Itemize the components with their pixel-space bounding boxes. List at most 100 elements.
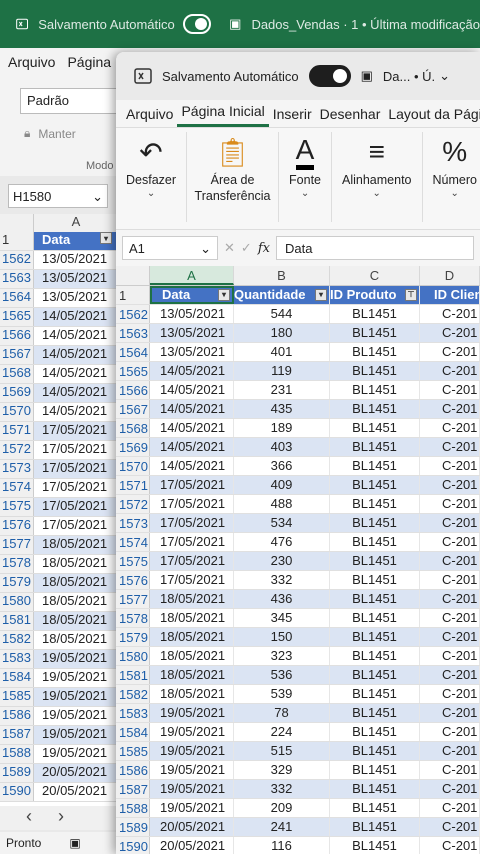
row-number[interactable]: 1590 bbox=[0, 783, 34, 801]
quantity-cell[interactable]: 329 bbox=[234, 761, 330, 779]
client-id-cell[interactable]: C-201 bbox=[420, 704, 480, 722]
client-id-cell[interactable]: C-201 bbox=[420, 742, 480, 760]
row-number[interactable]: 1587 bbox=[0, 726, 34, 744]
quantity-cell[interactable]: 116 bbox=[234, 837, 330, 854]
date-cell[interactable]: 18/05/2021 bbox=[150, 666, 234, 684]
row-number[interactable]: 1572 bbox=[116, 495, 150, 513]
quantity-cell[interactable]: 403 bbox=[234, 438, 330, 456]
client-id-cell[interactable]: C-201 bbox=[420, 590, 480, 608]
header-cell-quantidade[interactable]: Quantidade ▾ bbox=[234, 286, 330, 304]
product-id-cell[interactable]: BL1451 bbox=[330, 799, 420, 817]
client-id-cell[interactable]: C-201 bbox=[420, 438, 480, 456]
date-cell[interactable]: 19/05/2021 bbox=[150, 780, 234, 798]
save-icon[interactable]: ▣ bbox=[361, 68, 373, 84]
date-cell[interactable]: 20/05/2021 bbox=[34, 764, 118, 782]
column-header-a[interactable]: A bbox=[150, 266, 234, 285]
quantity-cell[interactable]: 409 bbox=[234, 476, 330, 494]
quantity-cell[interactable]: 189 bbox=[234, 419, 330, 437]
date-cell[interactable]: 18/05/2021 bbox=[34, 631, 118, 649]
client-id-cell[interactable]: C-201 bbox=[420, 685, 480, 703]
date-cell[interactable]: 13/05/2021 bbox=[34, 289, 118, 307]
quantity-cell[interactable]: 536 bbox=[234, 666, 330, 684]
row-number[interactable]: 1571 bbox=[0, 422, 34, 440]
row-number[interactable]: 1567 bbox=[0, 346, 34, 364]
product-id-cell[interactable]: BL1451 bbox=[330, 362, 420, 380]
quantity-cell[interactable]: 534 bbox=[234, 514, 330, 532]
product-id-cell[interactable]: BL1451 bbox=[330, 628, 420, 646]
style-box[interactable]: Padrão bbox=[20, 88, 120, 114]
date-cell[interactable]: 20/05/2021 bbox=[34, 783, 118, 801]
column-header-d[interactable]: D bbox=[420, 266, 480, 285]
row-number[interactable]: 1583 bbox=[0, 650, 34, 668]
column-header[interactable]: A bbox=[34, 214, 118, 232]
tab-arquivo[interactable]: Arquivo bbox=[122, 106, 177, 127]
date-cell[interactable]: 14/05/2021 bbox=[34, 384, 118, 402]
row-number[interactable]: 1582 bbox=[116, 685, 150, 703]
row-number[interactable]: 1568 bbox=[0, 365, 34, 383]
row-number[interactable]: 1571 bbox=[116, 476, 150, 494]
tab-layout[interactable]: Layout da Página bbox=[384, 106, 480, 127]
date-cell[interactable]: 19/05/2021 bbox=[150, 799, 234, 817]
date-cell[interactable]: 17/05/2021 bbox=[34, 479, 118, 497]
date-cell[interactable]: 17/05/2021 bbox=[150, 476, 234, 494]
date-cell[interactable]: 20/05/2021 bbox=[150, 837, 234, 854]
row-number[interactable]: 1586 bbox=[0, 707, 34, 725]
autosave-toggle[interactable] bbox=[308, 65, 351, 87]
row-number[interactable]: 1588 bbox=[116, 799, 150, 817]
quantity-cell[interactable]: 345 bbox=[234, 609, 330, 627]
row-number[interactable]: 1574 bbox=[0, 479, 34, 497]
clipboard-group[interactable]: 📋︎ Área de Transferência bbox=[187, 132, 280, 222]
column-header-b[interactable]: B bbox=[234, 266, 330, 285]
client-id-cell[interactable]: C-201 bbox=[420, 609, 480, 627]
product-id-cell[interactable]: BL1451 bbox=[330, 723, 420, 741]
row-number[interactable]: 1568 bbox=[116, 419, 150, 437]
row-number[interactable]: 1563 bbox=[116, 324, 150, 342]
row-number[interactable]: 1581 bbox=[116, 666, 150, 684]
row-number[interactable]: 1565 bbox=[0, 308, 34, 326]
row-number[interactable]: 1578 bbox=[116, 609, 150, 627]
row-number[interactable]: 1565 bbox=[116, 362, 150, 380]
product-id-cell[interactable]: BL1451 bbox=[330, 400, 420, 418]
accessibility-icon[interactable]: ▣ bbox=[69, 836, 80, 850]
date-cell[interactable]: 18/05/2021 bbox=[150, 609, 234, 627]
autosave-toggle[interactable] bbox=[182, 14, 212, 34]
product-id-cell[interactable]: BL1451 bbox=[330, 419, 420, 437]
quantity-cell[interactable]: 515 bbox=[234, 742, 330, 760]
row-number[interactable]: 1578 bbox=[0, 555, 34, 573]
date-cell[interactable]: 17/05/2021 bbox=[150, 495, 234, 513]
date-cell[interactable]: 20/05/2021 bbox=[150, 818, 234, 836]
client-id-cell[interactable]: C-201 bbox=[420, 723, 480, 741]
product-id-cell[interactable]: BL1451 bbox=[330, 343, 420, 361]
product-id-cell[interactable]: BL1451 bbox=[330, 495, 420, 513]
menu-pagina-inicial[interactable]: Página I bbox=[67, 54, 118, 70]
row-number[interactable]: 1579 bbox=[116, 628, 150, 646]
date-cell[interactable]: 18/05/2021 bbox=[34, 593, 118, 611]
product-id-cell[interactable]: BL1451 bbox=[330, 438, 420, 456]
product-id-cell[interactable]: BL1451 bbox=[330, 818, 420, 836]
date-cell[interactable]: 17/05/2021 bbox=[34, 460, 118, 478]
row-number[interactable]: 1564 bbox=[0, 289, 34, 307]
date-cell[interactable]: 18/05/2021 bbox=[34, 612, 118, 630]
undo-group[interactable]: ↶ Desfazer ⌄ bbox=[116, 132, 188, 222]
name-box[interactable]: A1 ⌄ bbox=[122, 236, 218, 260]
alignment-group[interactable]: ≡ Alinhamento ⌄ bbox=[332, 132, 423, 222]
quantity-cell[interactable]: 230 bbox=[234, 552, 330, 570]
row-number[interactable]: 1566 bbox=[116, 381, 150, 399]
quantity-cell[interactable]: 435 bbox=[234, 400, 330, 418]
date-cell[interactable]: 14/05/2021 bbox=[34, 403, 118, 421]
date-cell[interactable]: 14/05/2021 bbox=[150, 419, 234, 437]
date-cell[interactable]: 14/05/2021 bbox=[34, 346, 118, 364]
row-number[interactable]: 1569 bbox=[0, 384, 34, 402]
header-cell-id-cliente[interactable]: ID Client bbox=[420, 286, 480, 304]
font-group[interactable]: A Fonte ⌄ bbox=[279, 132, 332, 222]
product-id-cell[interactable]: BL1451 bbox=[330, 514, 420, 532]
date-cell[interactable]: 17/05/2021 bbox=[34, 498, 118, 516]
date-cell[interactable]: 19/05/2021 bbox=[150, 742, 234, 760]
client-id-cell[interactable]: C-201 bbox=[420, 400, 480, 418]
date-cell[interactable]: 13/05/2021 bbox=[150, 324, 234, 342]
quantity-cell[interactable]: 436 bbox=[234, 590, 330, 608]
date-cell[interactable]: 19/05/2021 bbox=[34, 745, 118, 763]
product-id-cell[interactable]: BL1451 bbox=[330, 609, 420, 627]
date-cell[interactable]: 13/05/2021 bbox=[34, 270, 118, 288]
row-number[interactable]: 1574 bbox=[116, 533, 150, 551]
